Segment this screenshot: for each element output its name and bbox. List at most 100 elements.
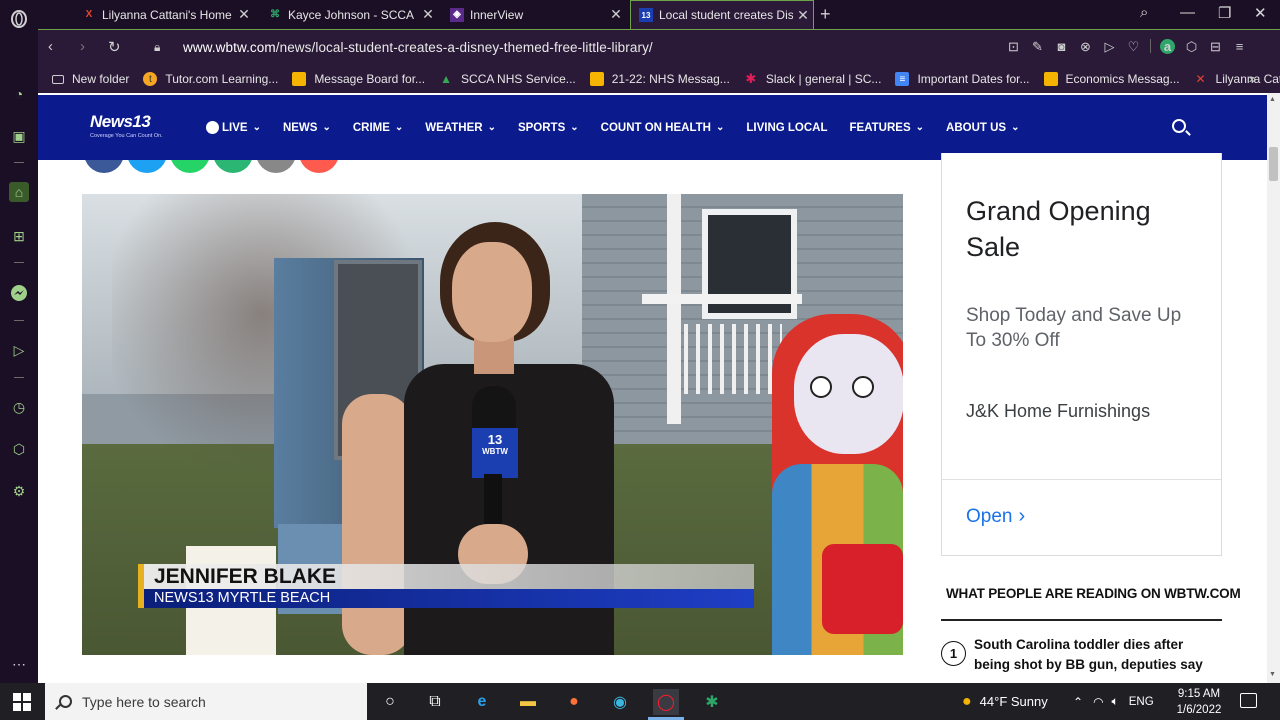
edge-icon[interactable]: ◉ xyxy=(607,689,633,715)
search-tabs-icon[interactable]: ⌕ xyxy=(1140,4,1148,21)
reading-headline-link[interactable]: South Carolina toddler dies after being … xyxy=(974,635,1222,675)
tab-favicon-icon: 13 xyxy=(639,8,653,22)
heart-icon[interactable]: ♡ xyxy=(1126,39,1141,55)
back-icon[interactable]: ‹ xyxy=(48,38,53,55)
more-icon[interactable]: ⋯ xyxy=(9,654,29,674)
volume-icon[interactable]: 🔈︎ xyxy=(1112,694,1119,709)
lock-icon[interactable]: 🔒︎ xyxy=(154,40,160,55)
bookmark-item[interactable]: ▲ SCCA NHS Service... xyxy=(439,72,576,86)
cube-icon[interactable]: ⬡ xyxy=(1184,39,1199,55)
messenger-icon[interactable] xyxy=(9,283,29,303)
bookmark-item[interactable]: ✱ Slack | general | SC... xyxy=(744,71,881,86)
menu-item-sports[interactable]: SPORTS ⌄ xyxy=(518,122,579,134)
history-icon[interactable]: ◷ xyxy=(9,397,29,417)
bookmark-item[interactable]: ✕ Lilyanna Cattani's H... xyxy=(1194,72,1280,86)
ad-brand: J&K Home Furnishings xyxy=(966,401,1151,421)
bookmark-item[interactable]: New folder xyxy=(52,72,129,86)
adblock-icon[interactable]: ⊗ xyxy=(1078,39,1093,55)
restore-icon[interactable]: ❐ xyxy=(1218,4,1231,22)
video-player[interactable]: 13 WBTW JENNIFER BLAKE NEWS13 MYRTLE BEAC… xyxy=(82,194,903,655)
sidebar-ad[interactable]: Grand Opening Sale Shop Today and Save U… xyxy=(941,153,1222,556)
weather-widget[interactable]: ● 44°F Sunny xyxy=(962,683,1048,720)
menu-item-crime[interactable]: CRIME ⌄ xyxy=(353,122,403,134)
settings-icon[interactable]: ⚙ xyxy=(9,481,29,501)
workspace-icon[interactable]: ▣ xyxy=(9,126,29,146)
cortana-icon[interactable]: ○ xyxy=(377,689,403,715)
bookmark-item[interactable]: Economics Messag... xyxy=(1043,72,1180,86)
player-icon[interactable]: ▷ xyxy=(9,340,29,360)
bookmark-item[interactable]: 21-22: NHS Messag... xyxy=(589,72,730,86)
scroll-down-icon[interactable]: ▼ xyxy=(1269,671,1276,678)
page-scrollbar[interactable]: ▲ ▼ xyxy=(1267,93,1280,683)
close-tab-icon[interactable]: ✕ xyxy=(606,6,626,23)
menu-item-count-on-health[interactable]: COUNT ON HEALTH ⌄ xyxy=(601,122,725,134)
slack-icon: ✱ xyxy=(745,71,757,86)
menu-icon[interactable]: ≡ xyxy=(1232,39,1247,55)
bookmark-item[interactable]: Message Board for... xyxy=(292,72,425,86)
search-icon xyxy=(59,695,72,708)
file-explorer-icon[interactable]: ▬ xyxy=(515,689,541,715)
gamepad-icon[interactable]: ⊞ xyxy=(9,226,29,246)
close-tab-icon[interactable]: ✕ xyxy=(793,7,813,24)
menu-item-news[interactable]: NEWS ⌄ xyxy=(283,122,331,134)
tab-kayce-johnson[interactable]: ⌘ Kayce Johnson - SCCA ✕ xyxy=(260,0,438,29)
close-tab-icon[interactable]: ✕ xyxy=(234,6,254,23)
speed-dial-icon[interactable]: ◔ xyxy=(9,84,29,104)
battery-icon[interactable]: ⊟ xyxy=(1208,39,1223,55)
menu-item-features[interactable]: FEATURES ⌄ xyxy=(850,122,925,134)
task-view-icon[interactable]: ⧉ xyxy=(422,689,448,715)
address-bar-actions: ⊡ ✎ ◙ ⊗ ▷ ♡ a ⬡ ⊟ ≡ xyxy=(1006,39,1247,55)
wifi-icon[interactable]: ◠ xyxy=(1093,695,1103,709)
show-hidden-icons-icon[interactable]: ⌃ xyxy=(1073,695,1083,709)
slack-taskbar-icon[interactable]: ✱ xyxy=(699,689,725,715)
language-indicator[interactable]: ENG xyxy=(1129,696,1154,708)
video-doll-gift xyxy=(822,544,903,634)
video-doll-eye xyxy=(852,376,874,398)
more-bookmarks-icon[interactable]: » xyxy=(1249,71,1256,86)
scroll-up-icon[interactable]: ▲ xyxy=(1269,96,1276,103)
close-window-icon[interactable]: ✕ xyxy=(1254,4,1267,22)
home-icon[interactable]: ⌂ xyxy=(9,182,29,202)
news13-logo[interactable]: News13 Coverage You Can Count On. xyxy=(90,112,163,139)
separator xyxy=(1150,39,1151,53)
tab-innerview[interactable]: ◈ InnerView ✕ xyxy=(442,0,626,29)
chevron-down-icon: ⌄ xyxy=(322,122,331,133)
windows-start-icon[interactable] xyxy=(13,693,31,711)
docs-icon: ≡ xyxy=(895,72,910,86)
reload-icon[interactable]: ↻ xyxy=(108,38,121,56)
close-tab-icon[interactable]: ✕ xyxy=(418,6,438,23)
internet-explorer-icon[interactable]: e xyxy=(469,689,495,715)
scroll-thumb[interactable] xyxy=(1269,147,1278,181)
menu-item-live[interactable]: LIVE ⌄ xyxy=(206,121,261,134)
camera-icon[interactable]: ◙ xyxy=(1054,39,1069,55)
menu-item-weather[interactable]: WEATHER ⌄ xyxy=(425,122,496,134)
taskbar-search-input[interactable]: Type here to search xyxy=(45,683,367,720)
tab-local-student[interactable]: 13 Local student creates Disne ✕ xyxy=(630,0,814,29)
site-search-icon[interactable] xyxy=(1172,119,1186,133)
send-icon[interactable]: ▷ xyxy=(1102,39,1117,55)
tab-lilyanna[interactable]: X Lilyanna Cattani's Home Pa ✕ xyxy=(74,0,254,29)
drive-icon: ▲ xyxy=(440,72,452,86)
opera-logo-icon[interactable] xyxy=(9,9,29,29)
minimize-icon[interactable]: — xyxy=(1180,4,1195,21)
menu-item-living-local[interactable]: LIVING LOCAL xyxy=(746,122,827,134)
forward-icon[interactable]: › xyxy=(80,38,85,55)
account-avatar[interactable]: a xyxy=(1160,39,1175,54)
new-tab-icon[interactable]: + xyxy=(820,4,831,25)
edit-icon[interactable]: ✎ xyxy=(1030,39,1045,55)
ad-open-button[interactable]: Open › xyxy=(966,505,1025,528)
notifications-icon[interactable] xyxy=(1240,693,1257,708)
menu-item-about-us[interactable]: ABOUT US ⌄ xyxy=(946,122,1019,134)
tab-bar: X Lilyanna Cattani's Home Pa ✕ ⌘ Kayce J… xyxy=(38,0,1280,29)
reader-icon[interactable]: ⊡ xyxy=(1006,39,1021,55)
bookmark-item[interactable]: ≡ Important Dates for... xyxy=(895,72,1030,86)
ad-headline[interactable]: Grand Opening Sale xyxy=(966,193,1206,265)
opera-taskbar-icon[interactable]: ◯ xyxy=(653,689,679,715)
bookmark-label: SCCA NHS Service... xyxy=(461,72,576,86)
bookmark-item[interactable]: t Tutor.com Learning... xyxy=(143,72,278,86)
firefox-icon[interactable]: ● xyxy=(561,689,587,715)
extensions-icon[interactable]: ⬡ xyxy=(9,439,29,459)
url-field[interactable]: www.wbtw.com/news/local-student-creates-… xyxy=(183,40,653,55)
url-host: www.wbtw.com xyxy=(183,40,276,55)
taskbar-clock[interactable]: 9:15 AM 1/6/2022 xyxy=(1168,686,1230,718)
